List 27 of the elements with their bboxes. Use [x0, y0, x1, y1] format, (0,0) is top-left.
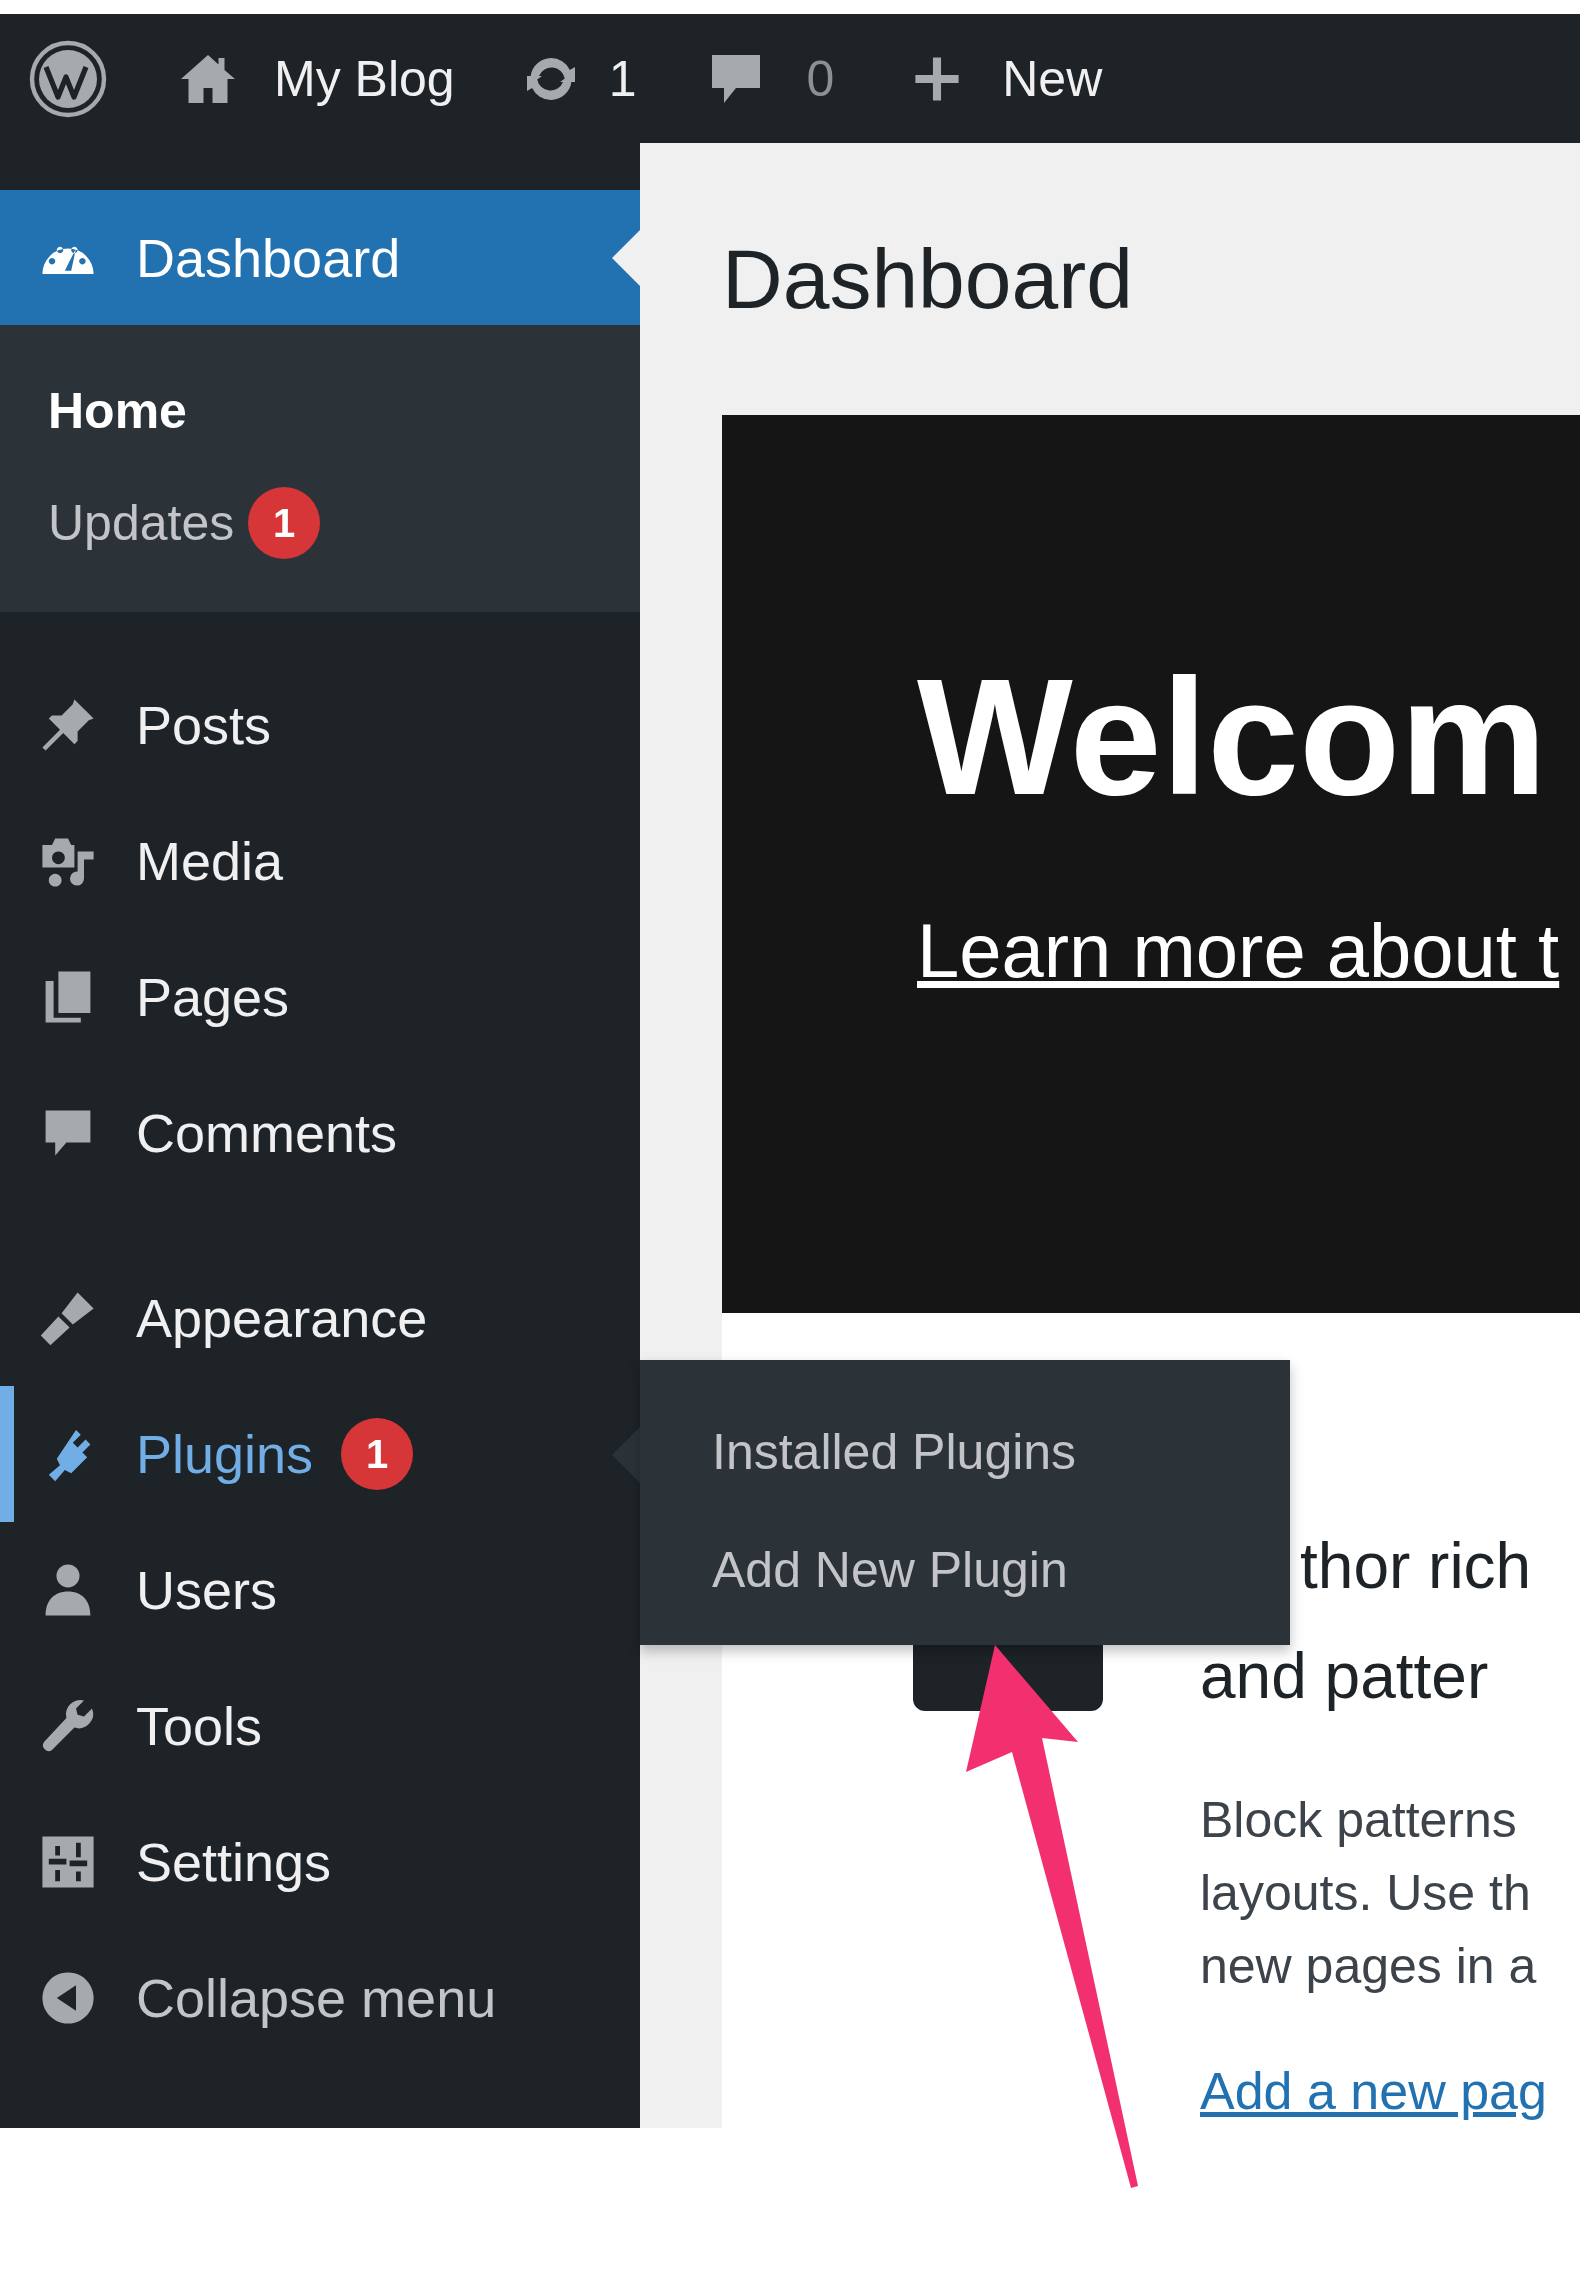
card-paragraph: Block patterns layouts. Use th new pages in a	[1200, 1791, 1538, 1996]
menu-item[interactable]: Dashboard	[0, 190, 640, 325]
menu-item[interactable]: Media	[0, 793, 640, 929]
card-heading: thor rich and patter	[1200, 1529, 1533, 1714]
collapse-menu-button[interactable]: Collapse menu	[0, 1930, 640, 2066]
menu-item[interactable]: Appearance	[0, 1250, 640, 1386]
menu-item[interactable]: Comments	[0, 1065, 640, 1201]
submenu-item[interactable]: Updates 1	[0, 467, 640, 579]
count-badge: 1	[341, 1418, 414, 1490]
submenu-item[interactable]: Home	[0, 355, 640, 467]
site-link[interactable]: My Blog	[178, 48, 455, 109]
wordpress-logo-icon[interactable]	[28, 38, 108, 119]
menu-item[interactable]: Pages	[0, 929, 640, 1065]
updates-link[interactable]: 1	[520, 48, 637, 109]
welcome-heading: Welcom	[917, 655, 1548, 821]
add-page-link[interactable]: Add a new pag	[1200, 2055, 1547, 2128]
count-badge: 1	[248, 487, 321, 559]
flyout-item[interactable]: Add New Plugin	[712, 1530, 1068, 1610]
menu-item[interactable]: Settings	[0, 1794, 640, 1930]
comments-link[interactable]: 0	[706, 48, 835, 109]
menu-item[interactable]: Tools	[0, 1658, 640, 1794]
menu-item[interactable]: Posts	[0, 657, 640, 793]
page-title: Dashboard	[722, 230, 1133, 328]
flyout-item[interactable]: Installed Plugins	[712, 1412, 1077, 1492]
learn-more-link[interactable]: Learn more about t	[917, 906, 1560, 997]
menu-item[interactable]: Users	[0, 1522, 640, 1658]
new-link[interactable]: New	[910, 49, 1103, 108]
